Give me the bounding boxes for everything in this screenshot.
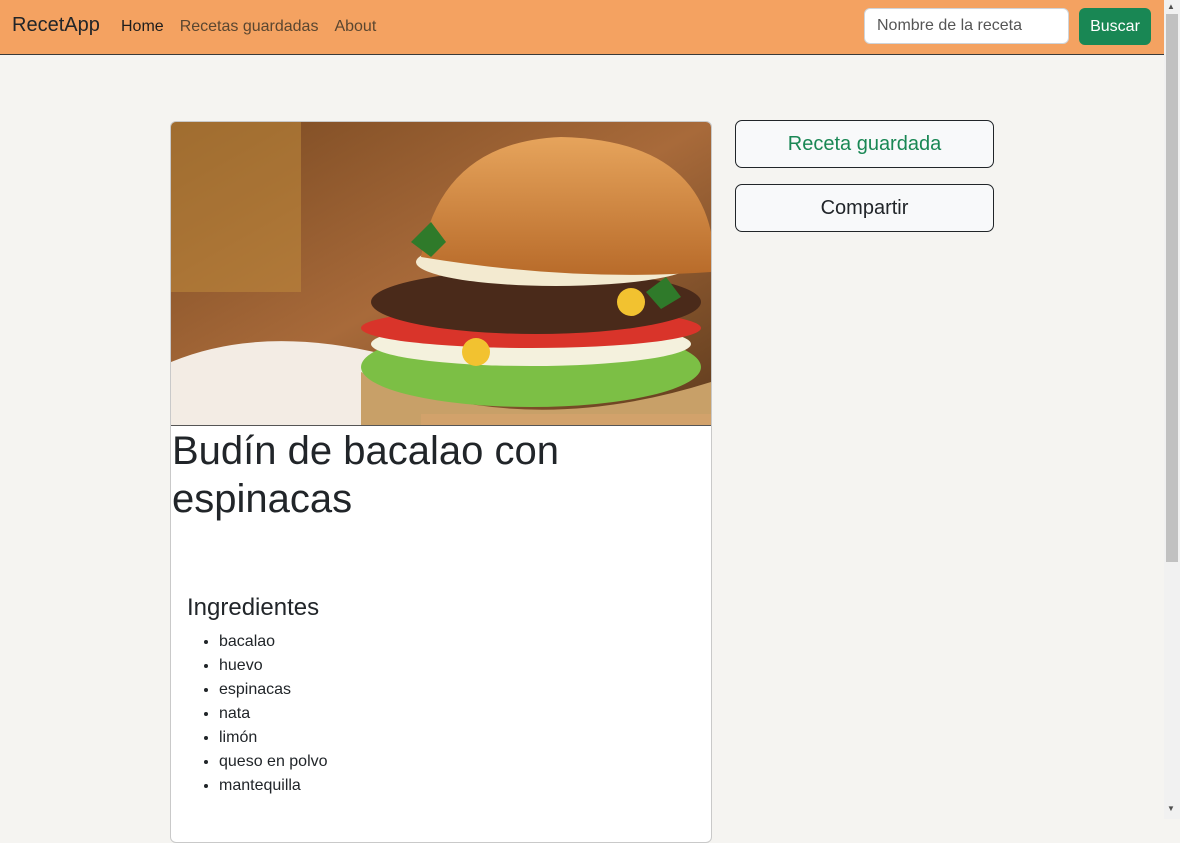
- search-button[interactable]: Buscar: [1079, 8, 1151, 45]
- list-item: bacalao: [219, 630, 328, 654]
- saved-recipe-button[interactable]: Receta guardada: [735, 120, 994, 168]
- list-item: limón: [219, 726, 328, 750]
- nav-links: Home Recetas guardadas About: [121, 18, 376, 36]
- brand-logo[interactable]: RecetApp: [12, 14, 100, 37]
- nav-saved-recipes[interactable]: Recetas guardadas: [180, 18, 319, 36]
- list-item: mantequilla: [219, 774, 328, 798]
- search-input[interactable]: [864, 8, 1069, 44]
- scrollbar-thumb[interactable]: [1166, 14, 1178, 562]
- recipe-card: Budín de bacalao con espinacas Ingredien…: [170, 121, 712, 843]
- list-item: nata: [219, 702, 328, 726]
- recipe-image: [171, 122, 711, 426]
- navbar: RecetApp Home Recetas guardadas About Bu…: [0, 0, 1164, 55]
- ingredients-heading: Ingredientes: [187, 594, 320, 621]
- scroll-down-icon[interactable]: ▼: [1167, 804, 1175, 813]
- list-item: queso en polvo: [219, 750, 328, 774]
- list-item: espinacas: [219, 678, 328, 702]
- ingredients-list: bacalao huevo espinacas nata limón queso…: [187, 630, 328, 798]
- list-item: huevo: [219, 654, 328, 678]
- recipe-title: Budín de bacalao con espinacas: [172, 429, 559, 521]
- scroll-up-icon[interactable]: ▲: [1167, 2, 1175, 11]
- nav-home[interactable]: Home: [121, 18, 164, 36]
- nav-about[interactable]: About: [334, 18, 376, 36]
- share-button[interactable]: Compartir: [735, 184, 994, 232]
